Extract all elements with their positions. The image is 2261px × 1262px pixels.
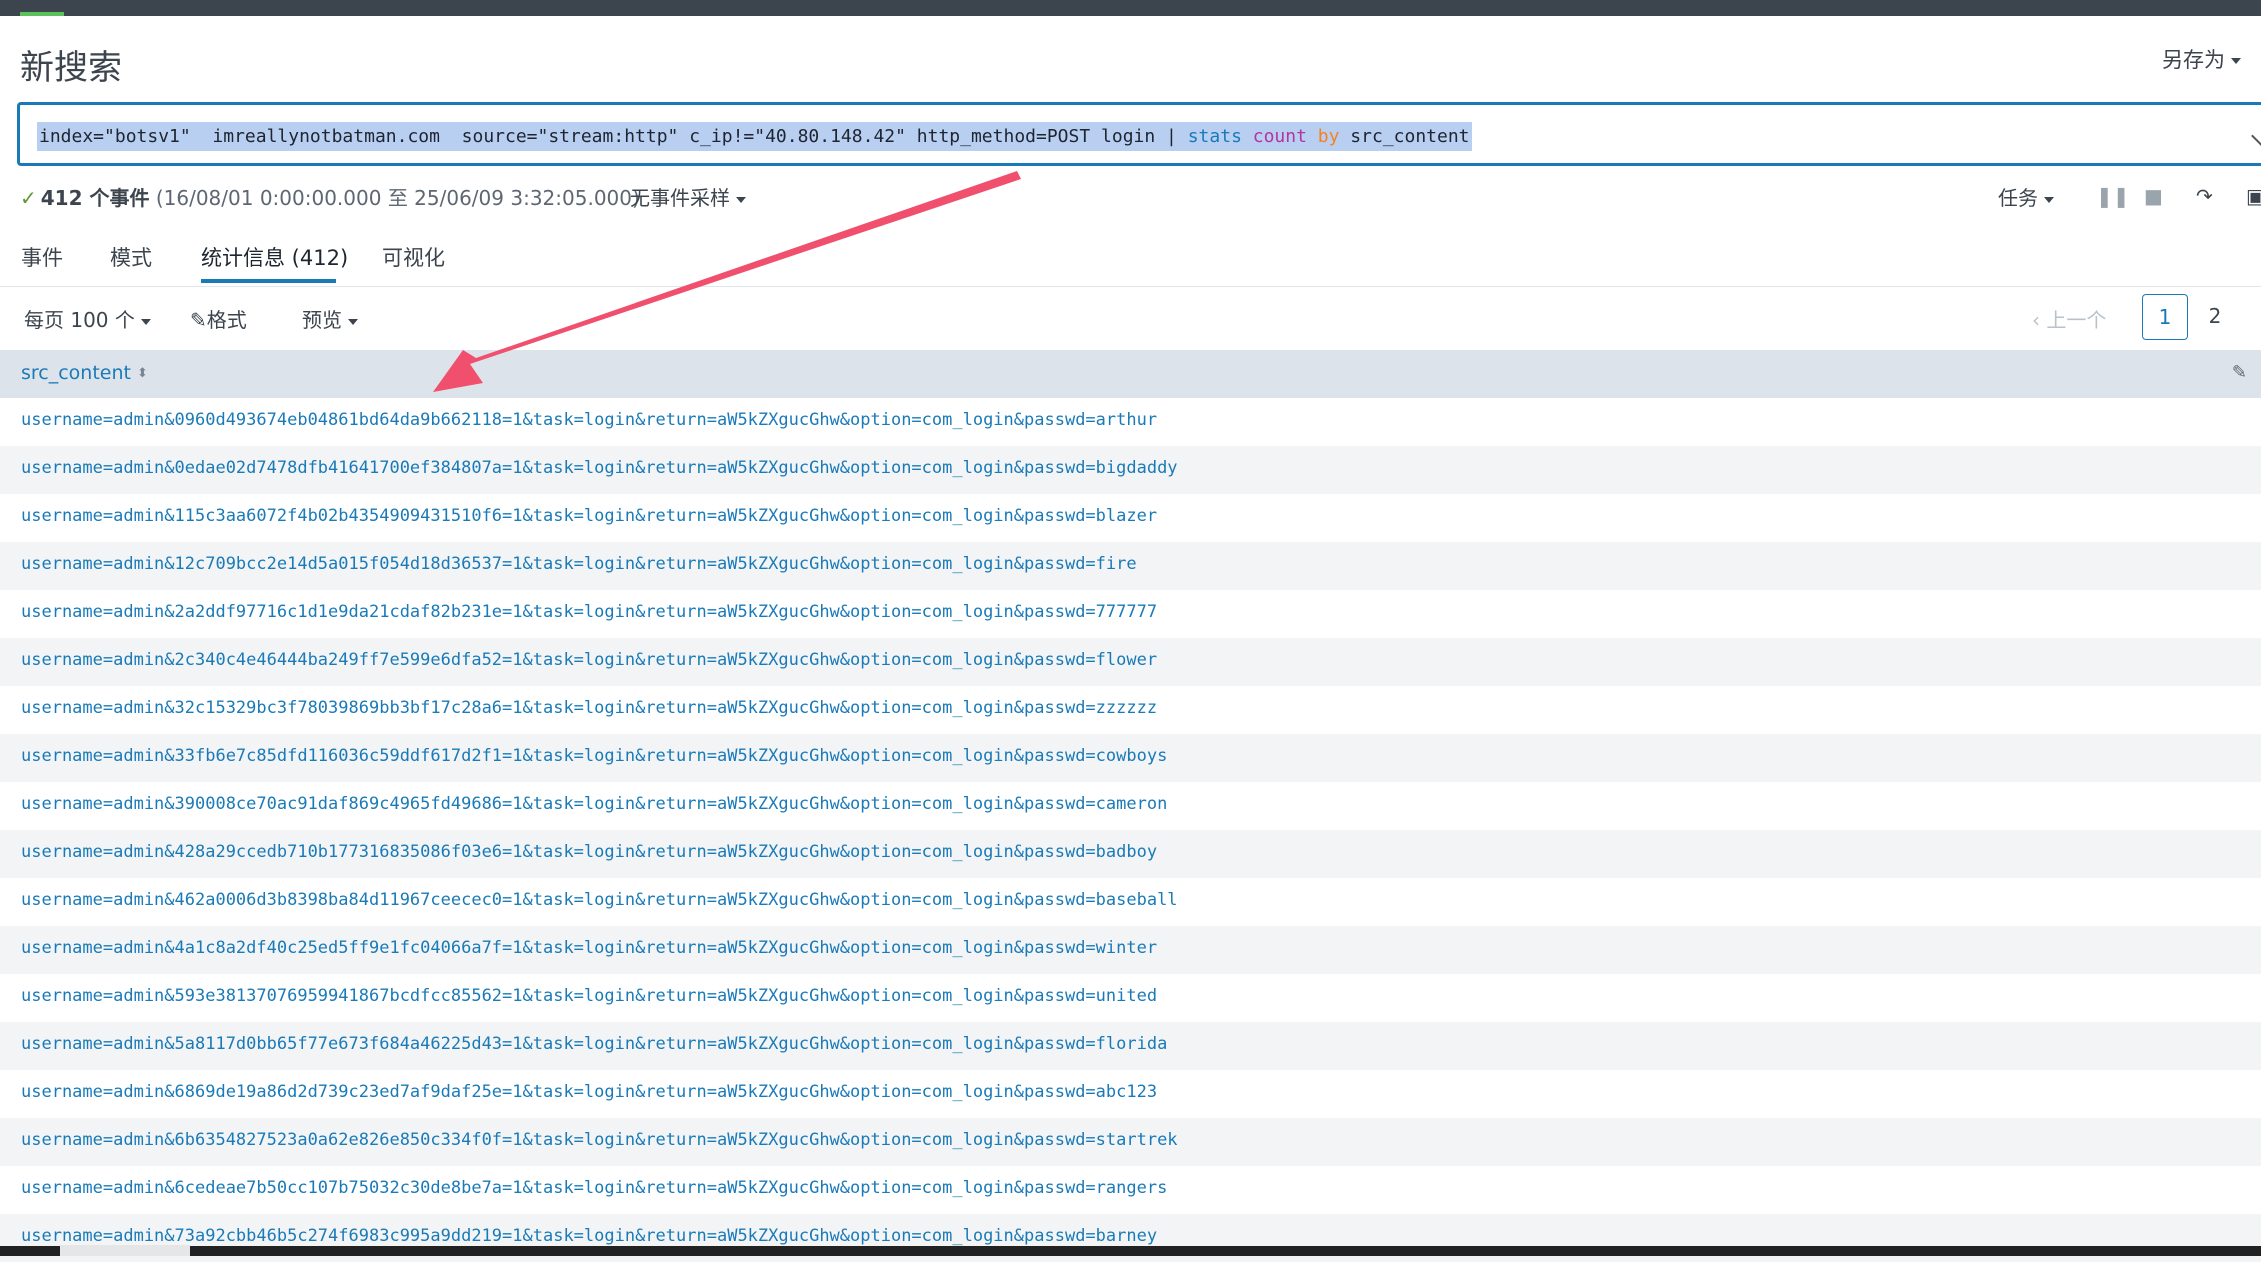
taskbar: [0, 1246, 2261, 1256]
arrow-shape: [433, 171, 1021, 392]
taskbar-tab: [60, 1245, 190, 1256]
annotation-arrow: [433, 171, 1021, 392]
